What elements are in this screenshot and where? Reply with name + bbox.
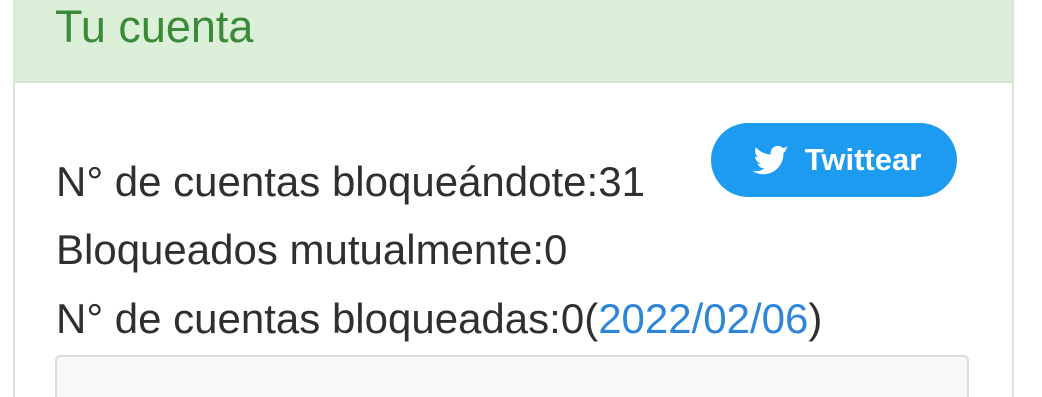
blocked-accounts-count: 0 [560, 295, 585, 342]
panel-heading: Tu cuenta [15, 0, 1012, 83]
blocked-accounts-date-link[interactable]: 2022/02/06 [598, 295, 808, 342]
page: Tu cuenta N° de cuentas bloqueándote:31 … [0, 0, 1042, 397]
blocked-accounts-list-box[interactable] [55, 355, 969, 397]
blocking-you-label: N° de cuentas bloqueándote: [56, 158, 599, 205]
blocked-accounts-stat: N° de cuentas bloqueadas:0(2022/02/06) [56, 294, 822, 344]
mutual-blocked-count: 0 [543, 226, 568, 273]
blocked-accounts-label: N° de cuentas bloqueadas: [56, 295, 561, 342]
blocking-you-count: 31 [598, 158, 645, 205]
blocking-you-stat: N° de cuentas bloqueándote:31 [56, 157, 645, 207]
twitter-bird-icon [749, 139, 791, 181]
tweet-button[interactable]: Twittear [711, 123, 957, 197]
panel-title: Tu cuenta [55, 1, 254, 52]
mutual-blocked-stat: Bloqueados mutualmente:0 [56, 225, 567, 275]
blocked-accounts-close-paren: ) [808, 295, 823, 342]
account-panel: Tu cuenta N° de cuentas bloqueándote:31 … [13, 0, 1014, 397]
tweet-button-label: Twittear [804, 142, 922, 177]
blocked-accounts-open-paren: ( [584, 295, 599, 342]
mutual-blocked-label: Bloqueados mutualmente: [56, 226, 544, 273]
